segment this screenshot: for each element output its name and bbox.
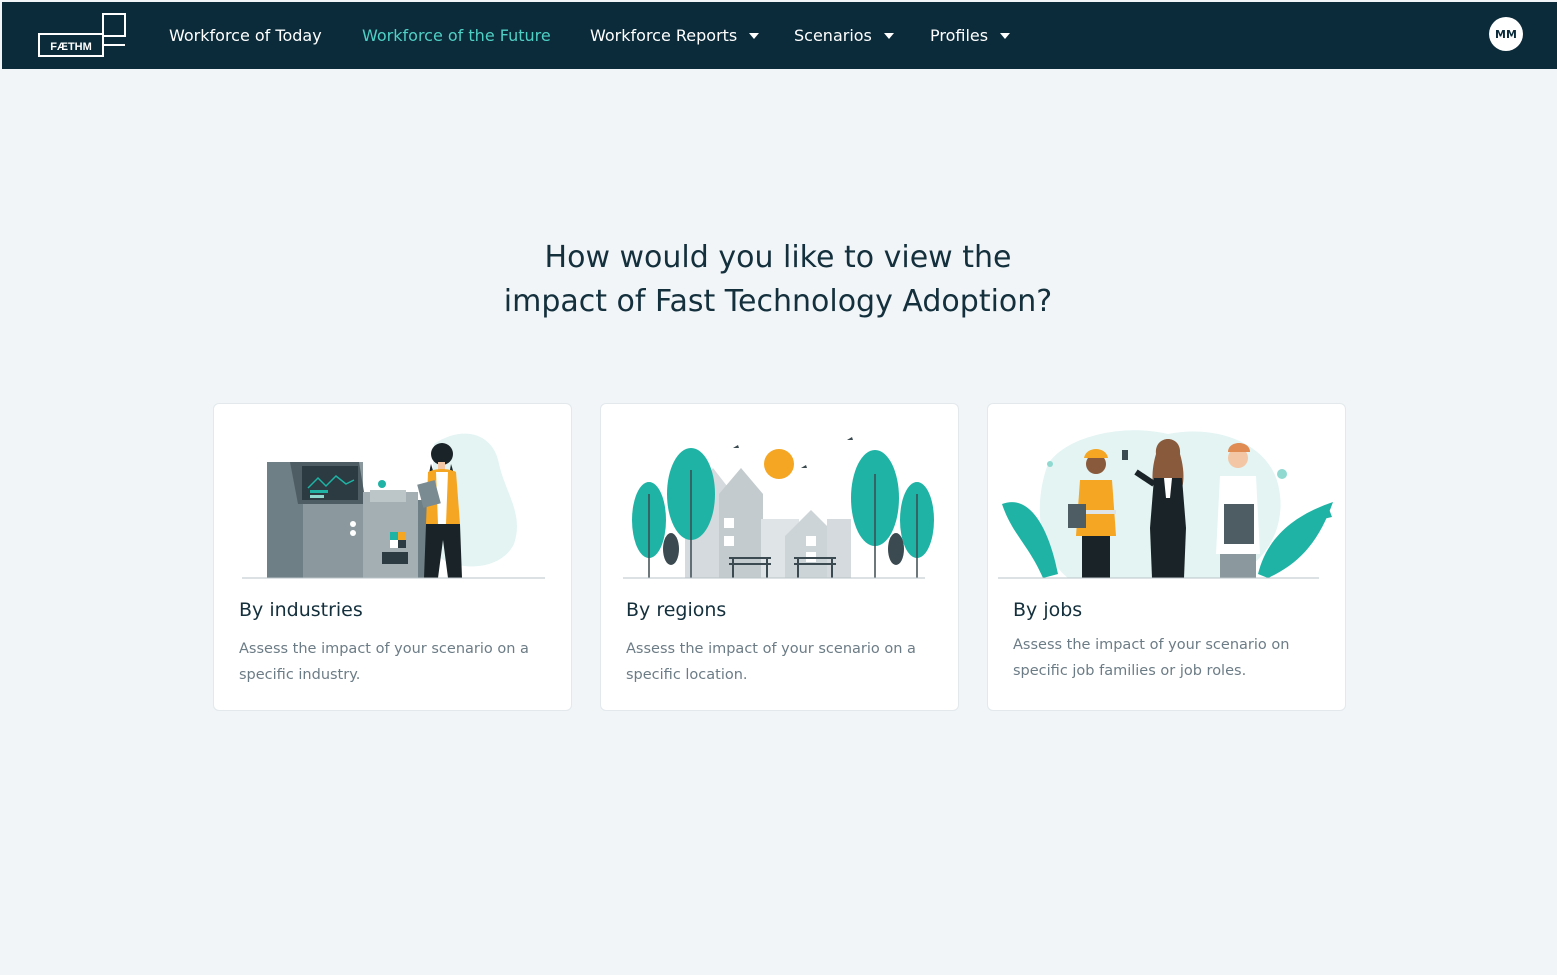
page-title-line-2: impact of Fast Technology Adoption? <box>503 284 1053 319</box>
nav-scenarios-label: Scenarios <box>794 26 872 45</box>
nav-workforce-of-the-future-label: Workforce of the Future <box>362 26 551 45</box>
top-navbar: FÆTHM Workforce of Today Workforce of th… <box>2 2 1557 69</box>
caret-down-icon <box>749 32 760 39</box>
page-title: How would you like to view the impact of… <box>378 236 1178 324</box>
card-description: Assess the impact of your scenario on sp… <box>1013 637 1290 679</box>
nav-workforce-of-today[interactable]: Workforce of Today <box>169 2 322 69</box>
card-by-regions[interactable]: By regions Assess the impact of your sce… <box>600 403 959 711</box>
user-avatar[interactable]: MM <box>1489 17 1523 51</box>
nav-profiles[interactable]: Profiles <box>930 2 1011 69</box>
nav-workforce-of-today-label: Workforce of Today <box>169 26 322 45</box>
industry-machine-illustration <box>242 433 545 579</box>
card-title: By regions <box>626 599 727 621</box>
card-description: Assess the impact of your scenario on a … <box>626 641 916 683</box>
nav-workforce-reports[interactable]: Workforce Reports <box>590 2 760 69</box>
caret-down-icon <box>883 32 894 39</box>
logo-text: FÆTHM <box>50 41 92 53</box>
caret-down-icon <box>1000 32 1011 39</box>
avatar-initials: MM <box>1495 27 1517 41</box>
page-title-line-1: How would you like to view the <box>544 240 1012 275</box>
nav-workforce-reports-label: Workforce Reports <box>590 26 738 45</box>
card-by-industries[interactable]: By industries Assess the impact of your … <box>213 403 572 711</box>
card-by-jobs[interactable]: By jobs Assess the impact of your scenar… <box>987 403 1346 711</box>
faethm-logo[interactable]: FÆTHM <box>37 13 127 58</box>
region-town-illustration <box>623 437 934 579</box>
nav-profiles-label: Profiles <box>930 26 989 45</box>
card-title: By jobs <box>1013 599 1083 621</box>
nav-workforce-of-the-future[interactable]: Workforce of the Future <box>362 2 551 69</box>
card-description: Assess the impact of your scenario on a … <box>239 641 529 683</box>
card-title: By industries <box>239 599 363 621</box>
nav-scenarios[interactable]: Scenarios <box>794 2 894 69</box>
jobs-people-illustration <box>998 430 1333 579</box>
